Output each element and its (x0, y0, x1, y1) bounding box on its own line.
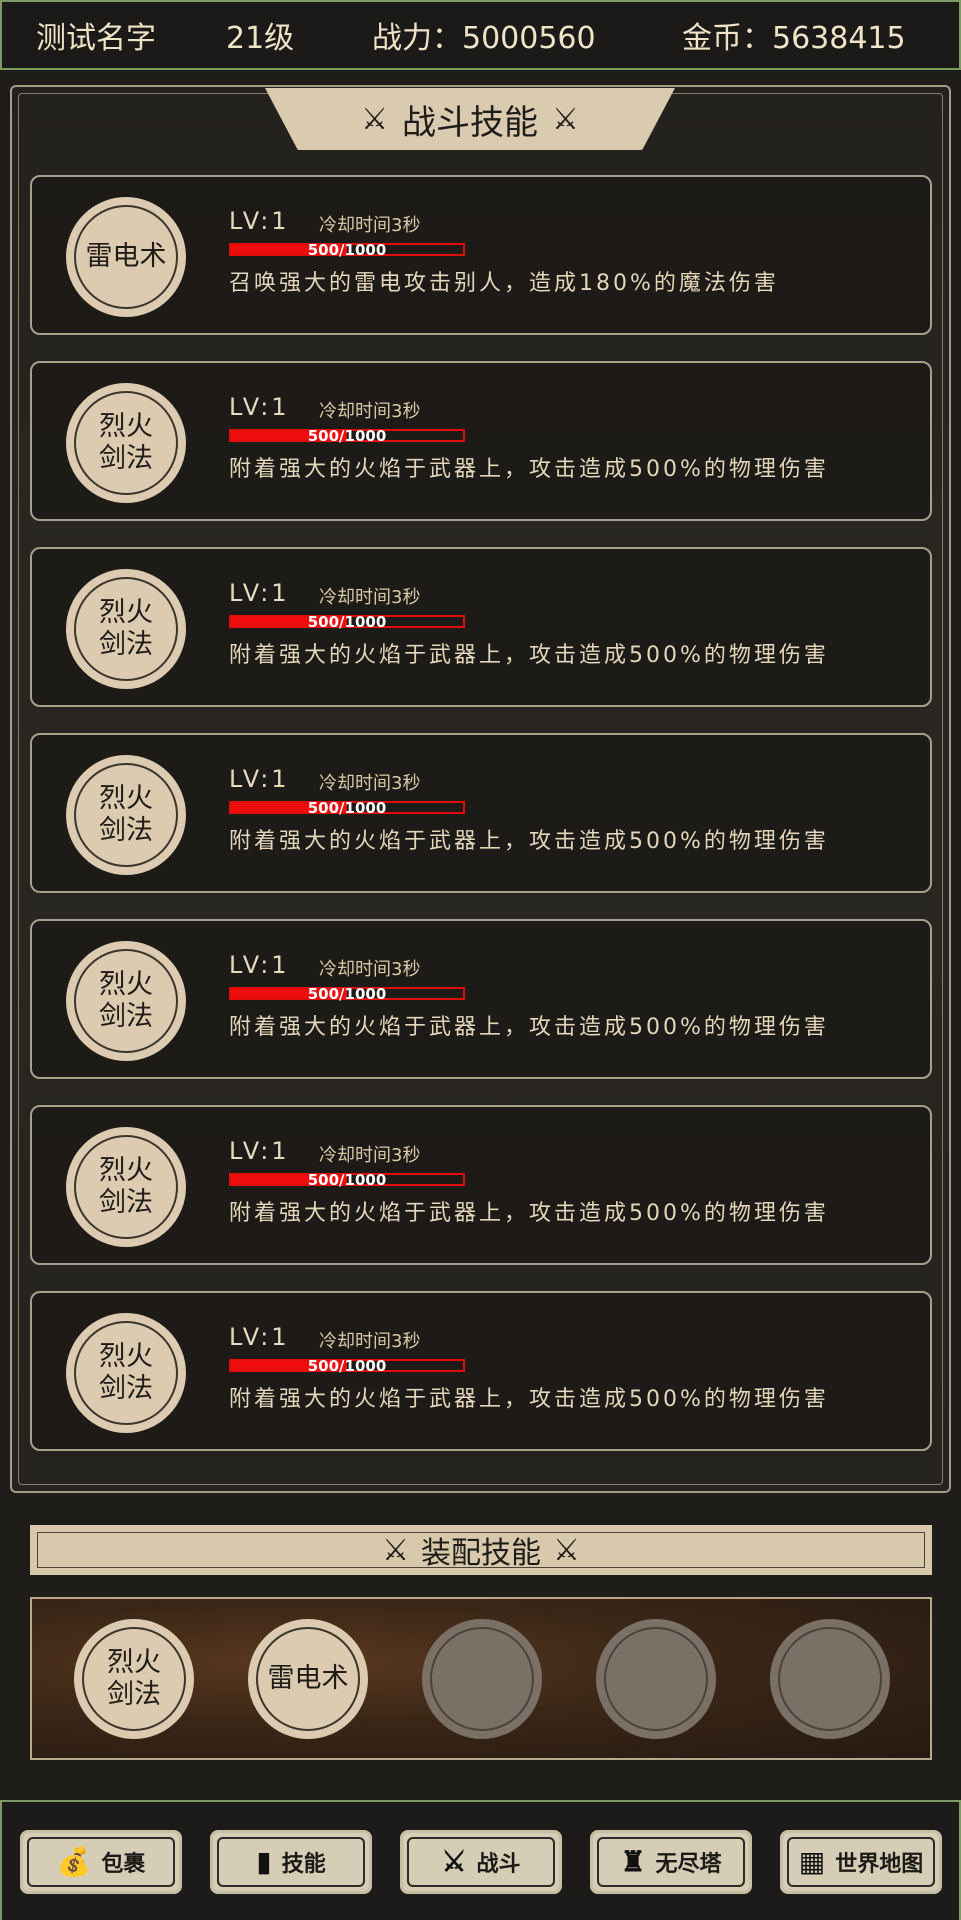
bottom-navigation: 💰 包裹 ▮ 技能 ⚔ 战斗 ♜ 无尽塔 ▦ 世界地图 (0, 1800, 961, 1920)
skill-icon[interactable]: 雷电术 (66, 197, 186, 317)
skill-progress-bar: 500/1000 (229, 799, 465, 817)
nav-button-0[interactable]: 💰 包裹 (20, 1830, 182, 1894)
skill-progress-text: 500/1000 (307, 427, 387, 445)
skill-description: 附着强大的火焰于武器上，攻击造成500%的物理伤害 (229, 1015, 829, 1040)
skill-icon[interactable]: 烈火剑法 (66, 1313, 186, 1433)
bag-icon: 💰 (56, 1845, 92, 1878)
skill-icon-label: 烈火剑法 (99, 783, 153, 846)
skill-icon[interactable]: 烈火剑法 (66, 941, 186, 1061)
skill-card[interactable]: 烈火剑法 LV:1 冷却时间3秒 500/1000 附着强大的火焰于武器上，攻击造成50… (30, 547, 932, 707)
skill-progress-text: 500/1000 (307, 613, 387, 631)
nav-button-2[interactable]: ⚔ 战斗 (400, 1830, 562, 1894)
map-icon: ▦ (798, 1845, 826, 1878)
skill-description: 召唤强大的雷电攻击别人，造成180%的魔法伤害 (229, 271, 779, 296)
skill-cooldown: 冷却时间3秒 (319, 1145, 421, 1166)
equipped-skill-label: 雷电术 (267, 1663, 349, 1694)
equipped-skill-label: 烈火剑法 (107, 1647, 161, 1710)
equipped-skills-title: ⚔ 装配技能 ⚔ (30, 1525, 932, 1575)
skill-icon-label: 烈火剑法 (99, 597, 153, 660)
skill-description: 附着强大的火焰于武器上，攻击造成500%的物理伤害 (229, 457, 829, 482)
top-status-bar: 测试名字 21级 战力：5000560 金币：5638415 (0, 0, 961, 70)
skill-progress-bar: 500/1000 (229, 1357, 465, 1375)
skill-progress-text: 500/1000 (307, 1171, 387, 1189)
skill-description: 附着强大的火焰于武器上，攻击造成500%的物理伤害 (229, 1387, 829, 1412)
skill-icon[interactable]: 烈火剑法 (66, 1127, 186, 1247)
tower-icon: ♜ (620, 1845, 646, 1878)
crossed-swords-icon: ⚔ (382, 1532, 409, 1568)
skill-description: 附着强大的火焰于武器上，攻击造成500%的物理伤害 (229, 1201, 829, 1226)
skill-card[interactable]: 烈火剑法 LV:1 冷却时间3秒 500/1000 附着强大的火焰于武器上，攻击造成50… (30, 361, 932, 521)
skill-icon-label: 雷电术 (85, 241, 167, 272)
skill-progress-bar: 500/1000 (229, 613, 465, 631)
skill-progress-text: 500/1000 (307, 985, 387, 1003)
skill-level: LV:1 (229, 579, 290, 607)
skill-level: LV:1 (229, 207, 290, 235)
skill-progress-bar: 500/1000 (229, 241, 465, 259)
nav-label: 无尽塔 (655, 1851, 722, 1877)
skill-card[interactable]: 雷电术 LV:1 冷却时间3秒 500/1000 召唤强大的雷电攻击别人，造成180%的… (30, 175, 932, 335)
nav-label: 技能 (281, 1851, 326, 1877)
skill-card[interactable]: 烈火剑法 LV:1 冷却时间3秒 500/1000 附着强大的火焰于武器上，攻击造成50… (30, 1105, 932, 1265)
skill-progress-text: 500/1000 (307, 799, 387, 817)
skill-icon[interactable]: 烈火剑法 (66, 755, 186, 875)
skill-progress-bar: 500/1000 (229, 985, 465, 1003)
skill-cooldown: 冷却时间3秒 (319, 773, 421, 794)
nav-button-1[interactable]: ▮ 技能 (210, 1830, 372, 1894)
equipped-skill-slot[interactable]: 烈火剑法 (74, 1619, 194, 1739)
skill-cooldown: 冷却时间3秒 (319, 1331, 421, 1352)
equipped-skills-title-text: 装配技能 (421, 1536, 541, 1571)
nav-label: 战斗 (476, 1851, 521, 1877)
skill-cooldown: 冷却时间3秒 (319, 215, 421, 236)
equipped-skill-slot[interactable]: 雷电术 (248, 1619, 368, 1739)
skill-level: LV:1 (229, 1323, 290, 1351)
skill-card[interactable]: 烈火剑法 LV:1 冷却时间3秒 500/1000 附着强大的火焰于武器上，攻击造成50… (30, 1291, 932, 1451)
skill-cooldown: 冷却时间3秒 (319, 401, 421, 422)
skill-card[interactable]: 烈火剑法 LV:1 冷却时间3秒 500/1000 附着强大的火焰于武器上，攻击造成50… (30, 919, 932, 1079)
skill-cooldown: 冷却时间3秒 (319, 959, 421, 980)
skill-cooldown: 冷却时间3秒 (319, 587, 421, 608)
player-name: 测试名字 (36, 21, 156, 56)
nav-label: 世界地图 (835, 1851, 924, 1877)
skill-description: 附着强大的火焰于武器上，攻击造成500%的物理伤害 (229, 829, 829, 854)
skill-icon-label: 烈火剑法 (99, 1155, 153, 1218)
skill-level: LV:1 (229, 765, 290, 793)
skill-progress-bar: 500/1000 (229, 1171, 465, 1189)
battle-skills-title-text: 战斗技能 (402, 102, 538, 143)
skill-icon[interactable]: 烈火剑法 (66, 569, 186, 689)
crossed-swords-icon: ⚔ (441, 1845, 467, 1878)
skill-card[interactable]: 烈火剑法 LV:1 冷却时间3秒 500/1000 附着强大的火焰于武器上，攻击造成50… (30, 733, 932, 893)
skill-level: LV:1 (229, 951, 290, 979)
skill-icon-label: 烈火剑法 (99, 411, 153, 474)
skill-progress-bar: 500/1000 (229, 427, 465, 445)
skill-level: LV:1 (229, 1137, 290, 1165)
skill-icon-label: 烈火剑法 (99, 1341, 153, 1404)
equipped-skills-panel: 烈火剑法 雷电术 (30, 1597, 932, 1760)
book-icon: ▮ (256, 1845, 272, 1878)
skill-progress-text: 500/1000 (307, 241, 387, 259)
skill-icon-label: 烈火剑法 (99, 969, 153, 1032)
gold-amount: 金币：5638415 (682, 21, 906, 56)
combat-power: 战力：5000560 (372, 21, 596, 56)
skill-level: LV:1 (229, 393, 290, 421)
nav-label: 包裹 (101, 1851, 146, 1877)
crossed-swords-icon: ⚔ (361, 101, 388, 137)
nav-button-4[interactable]: ▦ 世界地图 (780, 1830, 942, 1894)
nav-button-3[interactable]: ♜ 无尽塔 (590, 1830, 752, 1894)
empty-skill-slot[interactable] (422, 1619, 542, 1739)
crossed-swords-icon: ⚔ (552, 101, 579, 137)
player-level: 21级 (226, 21, 295, 56)
battle-skills-title: ⚔ 战斗技能 ⚔ (265, 88, 675, 150)
empty-skill-slot[interactable] (770, 1619, 890, 1739)
skill-progress-text: 500/1000 (307, 1357, 387, 1375)
empty-skill-slot[interactable] (596, 1619, 716, 1739)
skill-icon[interactable]: 烈火剑法 (66, 383, 186, 503)
crossed-swords-icon: ⚔ (553, 1532, 580, 1568)
skill-description: 附着强大的火焰于武器上，攻击造成500%的物理伤害 (229, 643, 829, 668)
